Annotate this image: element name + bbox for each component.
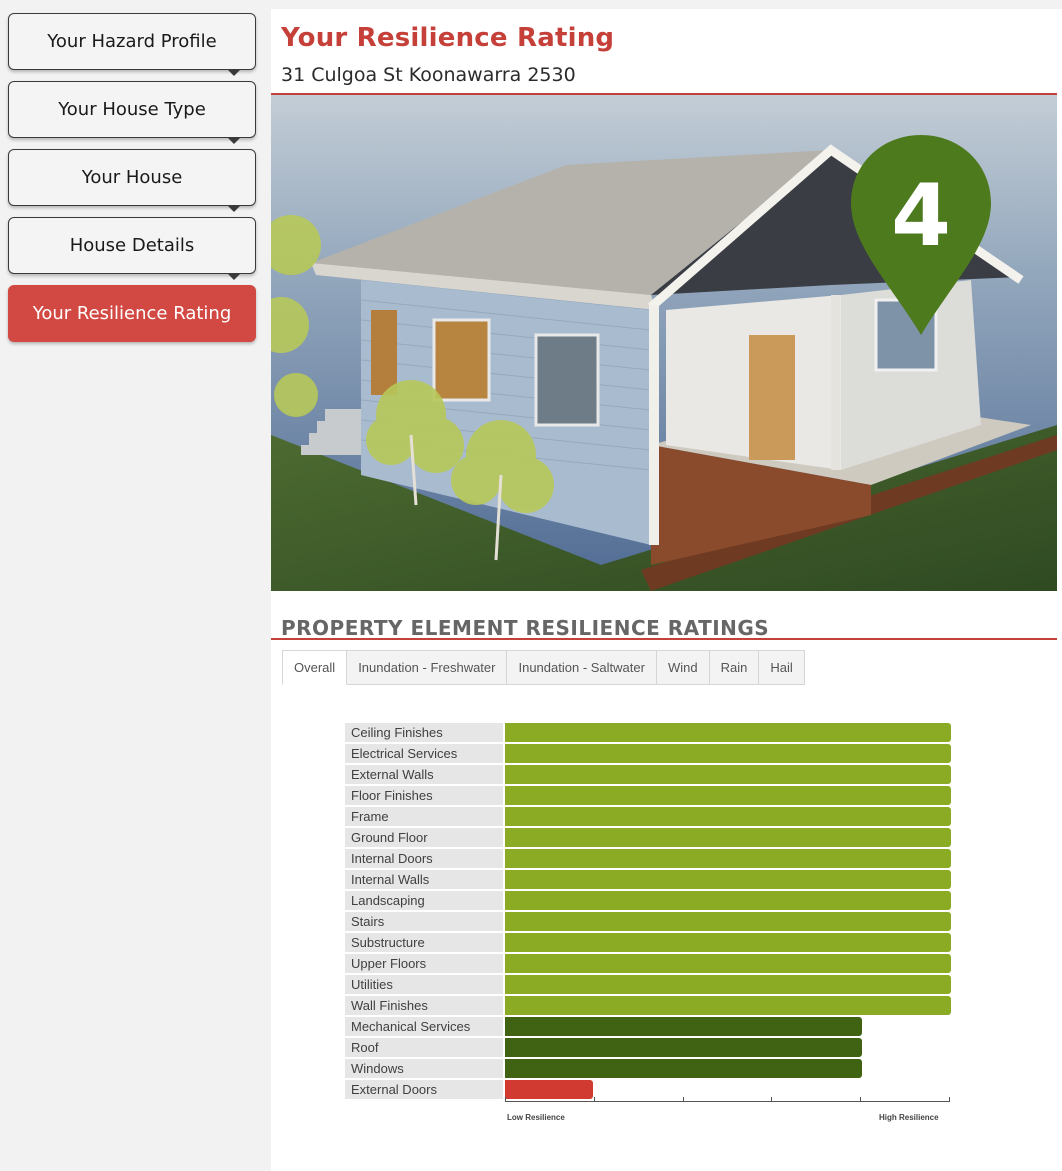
- category-label: Wall Finishes: [345, 996, 503, 1015]
- nav-item-label: Your Resilience Rating: [32, 303, 232, 324]
- category-label: Roof: [345, 1038, 503, 1057]
- resilience-bar: [505, 786, 951, 805]
- tab-inundation-freshwater[interactable]: Inundation - Freshwater: [347, 650, 508, 685]
- x-axis-tick: [593, 1097, 595, 1102]
- nav-item-your-hazard-profile[interactable]: Your Hazard Profile: [8, 13, 256, 76]
- sidebar-nav: Your Hazard Profile Your House Type Your H…: [8, 13, 256, 353]
- nav-item-house-details[interactable]: House Details: [8, 217, 256, 280]
- chevron-down-icon: [227, 69, 241, 76]
- nav-item-label: Your House Type: [58, 99, 206, 120]
- resilience-bar: [505, 1038, 862, 1057]
- chevron-down-icon: [227, 273, 241, 280]
- resilience-bar: [505, 1080, 593, 1099]
- category-label: Ground Floor: [345, 828, 503, 847]
- resilience-bar: [505, 891, 951, 910]
- x-axis-label-low: Low Resilience: [507, 1113, 565, 1122]
- resilience-bar: [505, 996, 951, 1015]
- chevron-down-icon: [227, 137, 241, 144]
- resilience-bar: [505, 849, 951, 868]
- tab-inundation-saltwater[interactable]: Inundation - Saltwater: [507, 650, 657, 685]
- hazard-tabs: Overall Inundation - Freshwater Inundation…: [282, 650, 805, 685]
- x-axis: [505, 1101, 949, 1102]
- chevron-down-icon: [227, 205, 241, 212]
- category-label: Electrical Services: [345, 744, 503, 763]
- tab-wind[interactable]: Wind: [656, 650, 710, 685]
- x-axis-tick: [682, 1097, 684, 1102]
- category-label: Frame: [345, 807, 503, 826]
- tab-rain[interactable]: Rain: [709, 650, 760, 685]
- category-label: Floor Finishes: [345, 786, 503, 805]
- category-label: Landscaping: [345, 891, 503, 910]
- tab-hail[interactable]: Hail: [759, 650, 805, 685]
- resilience-bar: [505, 723, 951, 742]
- property-address: 31 Culgoa St Koonawarra 2530: [281, 64, 576, 86]
- rating-value: 4: [891, 166, 951, 266]
- resilience-bar: [505, 765, 951, 784]
- category-label: External Walls: [345, 765, 503, 784]
- nav-item-your-house[interactable]: Your House: [8, 149, 256, 212]
- resilience-bar: [505, 828, 951, 847]
- resilience-bar: [505, 744, 951, 763]
- nav-item-your-house-type[interactable]: Your House Type: [8, 81, 256, 144]
- resilience-bar: [505, 807, 951, 826]
- resilience-bar: [505, 954, 951, 973]
- category-label: Substructure: [345, 933, 503, 952]
- x-axis-tick: [860, 1097, 862, 1102]
- resilience-bar: [505, 975, 951, 994]
- resilience-bar: [505, 912, 951, 931]
- x-axis-tick: [949, 1097, 950, 1102]
- nav-item-your-resilience-rating[interactable]: Your Resilience Rating: [8, 285, 256, 342]
- category-label: Stairs: [345, 912, 503, 931]
- main-panel: Your Resilience Rating 31 Culgoa St Koon…: [271, 9, 1062, 1171]
- category-label: Mechanical Services: [345, 1017, 503, 1036]
- house-illustration: 4: [271, 95, 1057, 591]
- resilience-bar-chart: Ceiling Finishes Electrical Services Exter…: [271, 713, 1057, 1133]
- category-label: Upper Floors: [345, 954, 503, 973]
- nav-item-label: House Details: [69, 235, 195, 256]
- x-axis-label-high: High Resilience: [879, 1113, 939, 1122]
- nav-item-label: Your House: [81, 167, 183, 188]
- x-axis-tick: [505, 1097, 506, 1102]
- nav-item-label: Your Hazard Profile: [47, 31, 217, 52]
- category-label: Internal Doors: [345, 849, 503, 868]
- category-label: Ceiling Finishes: [345, 723, 503, 742]
- page-title: Your Resilience Rating: [281, 23, 615, 53]
- resilience-bar: [505, 870, 951, 889]
- x-axis-tick: [771, 1097, 773, 1102]
- section-divider: [271, 638, 1057, 640]
- category-label: Windows: [345, 1059, 503, 1078]
- category-label: External Doors: [345, 1080, 503, 1099]
- category-label: Internal Walls: [345, 870, 503, 889]
- resilience-bar: [505, 933, 951, 952]
- resilience-bar: [505, 1059, 862, 1078]
- category-label: Utilities: [345, 975, 503, 994]
- section-title: PROPERTY ELEMENT RESILIENCE RATINGS: [281, 616, 770, 640]
- resilience-bar: [505, 1017, 862, 1036]
- tab-overall[interactable]: Overall: [282, 650, 348, 685]
